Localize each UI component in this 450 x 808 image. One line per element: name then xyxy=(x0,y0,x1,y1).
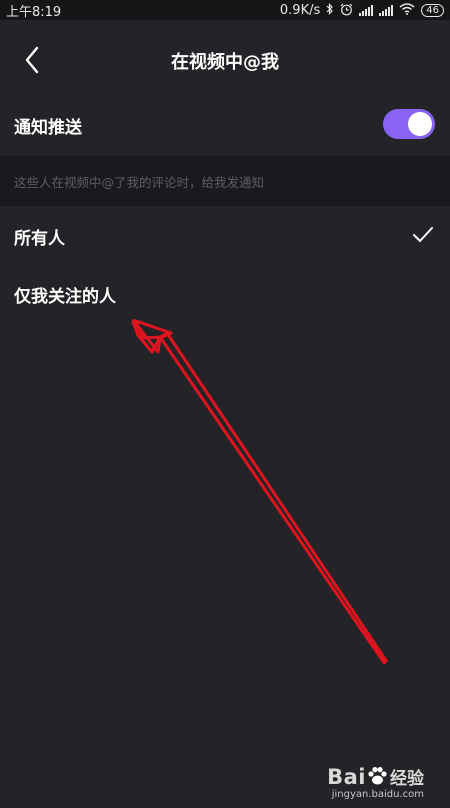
check-icon xyxy=(413,227,433,242)
option-everyone-label: 所有人 xyxy=(14,228,65,249)
bluetooth-icon xyxy=(326,3,334,17)
header: 在视频中@我 xyxy=(0,20,450,100)
watermark-cn: 经验 xyxy=(390,769,424,789)
paw-icon xyxy=(366,766,388,791)
option-everyone[interactable]: 所有人 xyxy=(0,208,450,264)
alarm-icon xyxy=(340,3,353,18)
status-indicators: 0.9K/s 46 xyxy=(280,3,444,18)
status-time: 上午8:19 xyxy=(6,4,62,20)
push-toggle[interactable] xyxy=(383,109,435,139)
network-speed: 0.9K/s xyxy=(279,2,321,18)
option-following[interactable]: 仅我关注的人 xyxy=(0,266,450,322)
wifi-icon xyxy=(399,3,415,17)
watermark-url: jingyan.baidu.com xyxy=(331,789,424,800)
push-label: 通知推送 xyxy=(14,117,82,138)
toggle-knob xyxy=(408,112,432,136)
battery-icon: 46 xyxy=(421,3,444,17)
section-hint: 这些人在视频中@了我的评论时，给我发通知 xyxy=(0,156,450,206)
signal-icon xyxy=(359,4,374,16)
watermark-brand: Bai xyxy=(327,765,366,789)
signal-icon xyxy=(379,4,394,16)
status-bar: 上午8:19 0.9K/s 46 xyxy=(0,0,450,20)
page-title: 在视频中@我 xyxy=(171,52,279,73)
option-following-label: 仅我关注的人 xyxy=(14,286,116,307)
baidu-watermark: Bai 经验 jingyan.baidu.com xyxy=(327,764,424,800)
